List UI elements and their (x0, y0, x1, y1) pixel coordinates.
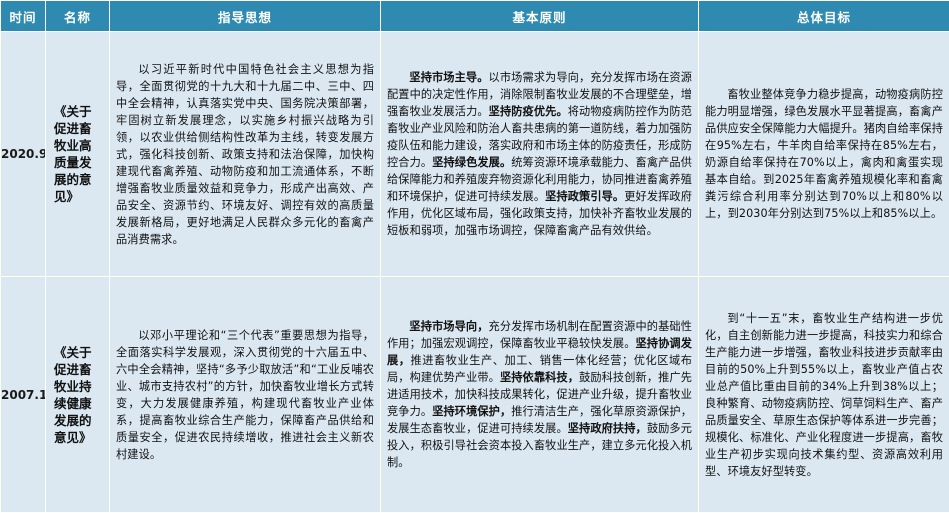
policy-table: 时间 名称 指导思想 基本原则 总体目标 2020.9 《关于促进畜牧业高质量发… (0, 0, 949, 513)
guiding-text: 以邓小平理论和“三个代表”重要思想为指导，全面落实科学发展观，深入贯彻党的十六届… (116, 329, 374, 461)
row-guiding-text: 以习近平新时代中国特色社会主义思想为指导，全面贯彻党的十九大和十九届二中、三中、… (110, 32, 381, 277)
principle-title: 坚持依靠科技， (500, 371, 579, 384)
row-principles-text: 坚持市场主导。以市场需求为导向，充分发挥市场在资源配置中的决定性作用，消除限制畜… (381, 32, 699, 277)
row-year: 2007.1 (1, 277, 46, 513)
goals-text: 到“十一五”末，畜牧业生产结构进一步优化，自主创新能力进一步提高，科技实力和综合… (705, 312, 943, 478)
row-goals-text: 到“十一五”末，畜牧业生产结构进一步优化，自主创新能力进一步提高，科技实力和综合… (699, 277, 949, 513)
principle-title: 坚持市场主导。 (409, 71, 488, 84)
principle-title: 坚持环境保护， (432, 405, 511, 418)
header-time: 时间 (1, 1, 46, 32)
row-guiding-text: 以邓小平理论和“三个代表”重要思想为指导，全面落实科学发展观，深入贯彻党的十六届… (110, 277, 381, 513)
principle-title: 坚持市场导向， (409, 320, 488, 333)
header-guiding: 指导思想 (110, 1, 381, 32)
table-row: 2007.1 《关于促进畜牧业持续健康发展的意见》 以邓小平理论和“三个代表”重… (1, 277, 949, 513)
row-policy-name: 《关于促进畜牧业高质量发展的意见》 (46, 32, 110, 277)
principle-title: 坚持绿色发展。 (432, 156, 511, 169)
principle-title: 坚持政府扶持， (568, 422, 647, 435)
row-goals-text: 畜牧业整体竞争力稳步提高，动物疫病防控能力明显增强，绿色发展水平显著提高，畜禽产… (699, 32, 949, 277)
principle-title: 坚持防疫优先。 (489, 105, 568, 118)
row-principles-text: 坚持市场导向，充分发挥市场机制在配置资源中的基础性作用；加强宏观调控，保障畜牧业… (381, 277, 699, 513)
row-policy-name: 《关于促进畜牧业持续健康发展的意见》 (46, 277, 110, 513)
header-name: 名称 (46, 1, 110, 32)
guiding-text: 以习近平新时代中国特色社会主义思想为指导，全面贯彻党的十九大和十九届二中、三中、… (116, 63, 374, 246)
goals-text: 畜牧业整体竞争力稳步提高，动物疫病防控能力明显增强，绿色发展水平显著提高，畜禽产… (705, 88, 943, 220)
row-year: 2020.9 (1, 32, 46, 277)
header-goals: 总体目标 (699, 1, 949, 32)
header-row: 时间 名称 指导思想 基本原则 总体目标 (1, 1, 949, 32)
header-principles: 基本原则 (381, 1, 699, 32)
principle-title: 坚持政策引导。 (545, 190, 624, 203)
table-row: 2020.9 《关于促进畜牧业高质量发展的意见》 以习近平新时代中国特色社会主义… (1, 32, 949, 277)
